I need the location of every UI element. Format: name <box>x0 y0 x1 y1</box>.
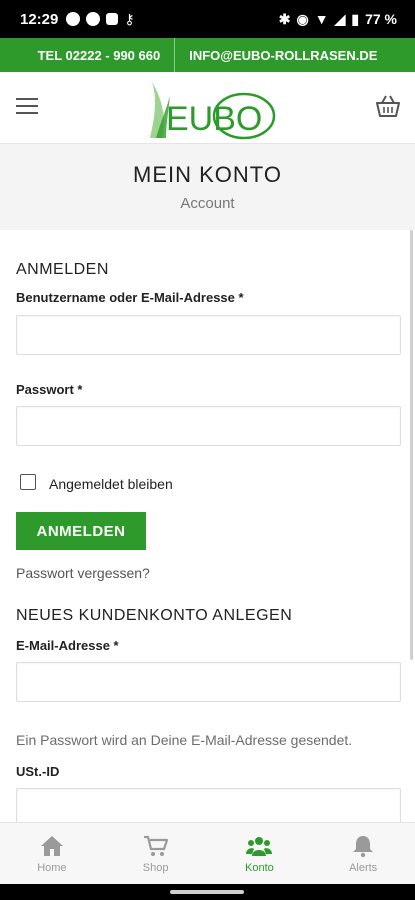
battery-percent: 77 % <box>365 11 397 27</box>
bluetooth-icon: ✱ <box>278 10 291 27</box>
alert-icon <box>86 12 101 26</box>
menu-icon[interactable] <box>16 98 38 116</box>
email-input[interactable] <box>16 662 401 702</box>
forgot-password-link[interactable]: Passwort vergessen? <box>16 565 150 581</box>
site-header: EUBO <box>0 72 415 144</box>
nav-home-label: Home <box>37 861 67 874</box>
register-section-title: NEUES KUNDENKONTO ANLEGEN <box>16 607 293 624</box>
status-bar: 12:29 ⚷ ✱ ◉ ▼ ◢ ▮ 77 % <box>0 0 415 38</box>
username-input[interactable] <box>16 315 401 355</box>
remember-label: Angemeldet bleiben <box>49 476 173 492</box>
bottom-navigation: Home Shop Konto Alerts <box>0 822 415 884</box>
nav-home[interactable]: Home <box>0 823 104 884</box>
username-label: Benutzername oder E-Mail-Adresse * <box>16 290 244 305</box>
vat-label: USt.-ID <box>16 764 60 779</box>
password-label: Passwort * <box>16 382 83 397</box>
email-label: E-Mail-Adresse * <box>16 638 119 653</box>
wifi-icon: ▼ <box>314 11 329 27</box>
app-icon <box>106 13 119 25</box>
battery-icon: ▮ <box>351 10 360 27</box>
home-icon <box>40 835 63 856</box>
nav-alerts-label: Alerts <box>349 861 378 874</box>
email-link[interactable]: INFO@EUBO-ROLLRASEN.DE <box>175 48 391 63</box>
logo-text: EUBO <box>166 100 262 138</box>
contact-bar: TEL 02222 - 990 660 INFO@EUBO-ROLLRASEN.… <box>0 38 415 72</box>
nav-konto-label: Konto <box>245 861 274 874</box>
users-icon <box>246 836 273 856</box>
cart-icon <box>143 835 168 856</box>
basket-icon[interactable] <box>375 94 401 118</box>
page-title-area: MEIN KONTO Account <box>0 144 415 230</box>
password-input[interactable] <box>16 406 401 446</box>
android-nav-bar <box>0 884 415 900</box>
nav-shop-label: Shop <box>142 861 169 874</box>
remember-checkbox[interactable] <box>20 474 36 490</box>
status-time: 12:29 <box>20 10 59 28</box>
login-section-title: ANMELDEN <box>16 261 109 278</box>
location-icon: ◉ <box>296 10 309 27</box>
nav-shop[interactable]: Shop <box>104 823 208 884</box>
eubo-logo[interactable]: EUBO <box>144 80 276 140</box>
notification-icon <box>66 12 81 26</box>
password-note: Ein Passwort wird an Deine E-Mail-Adress… <box>16 732 353 748</box>
nav-alerts[interactable]: Alerts <box>311 823 415 884</box>
home-gesture-pill[interactable] <box>170 890 244 894</box>
nav-konto[interactable]: Konto <box>208 823 312 884</box>
signal-icon: ◢ <box>334 10 346 27</box>
page-title: MEIN KONTO <box>133 162 282 187</box>
key-icon: ⚷ <box>124 10 135 27</box>
phone-link[interactable]: TEL 02222 - 990 660 <box>24 48 175 63</box>
page-subtitle: Account <box>180 195 235 212</box>
bell-icon <box>353 835 374 857</box>
scrollbar[interactable] <box>410 230 413 660</box>
login-button[interactable]: ANMELDEN <box>16 512 146 550</box>
